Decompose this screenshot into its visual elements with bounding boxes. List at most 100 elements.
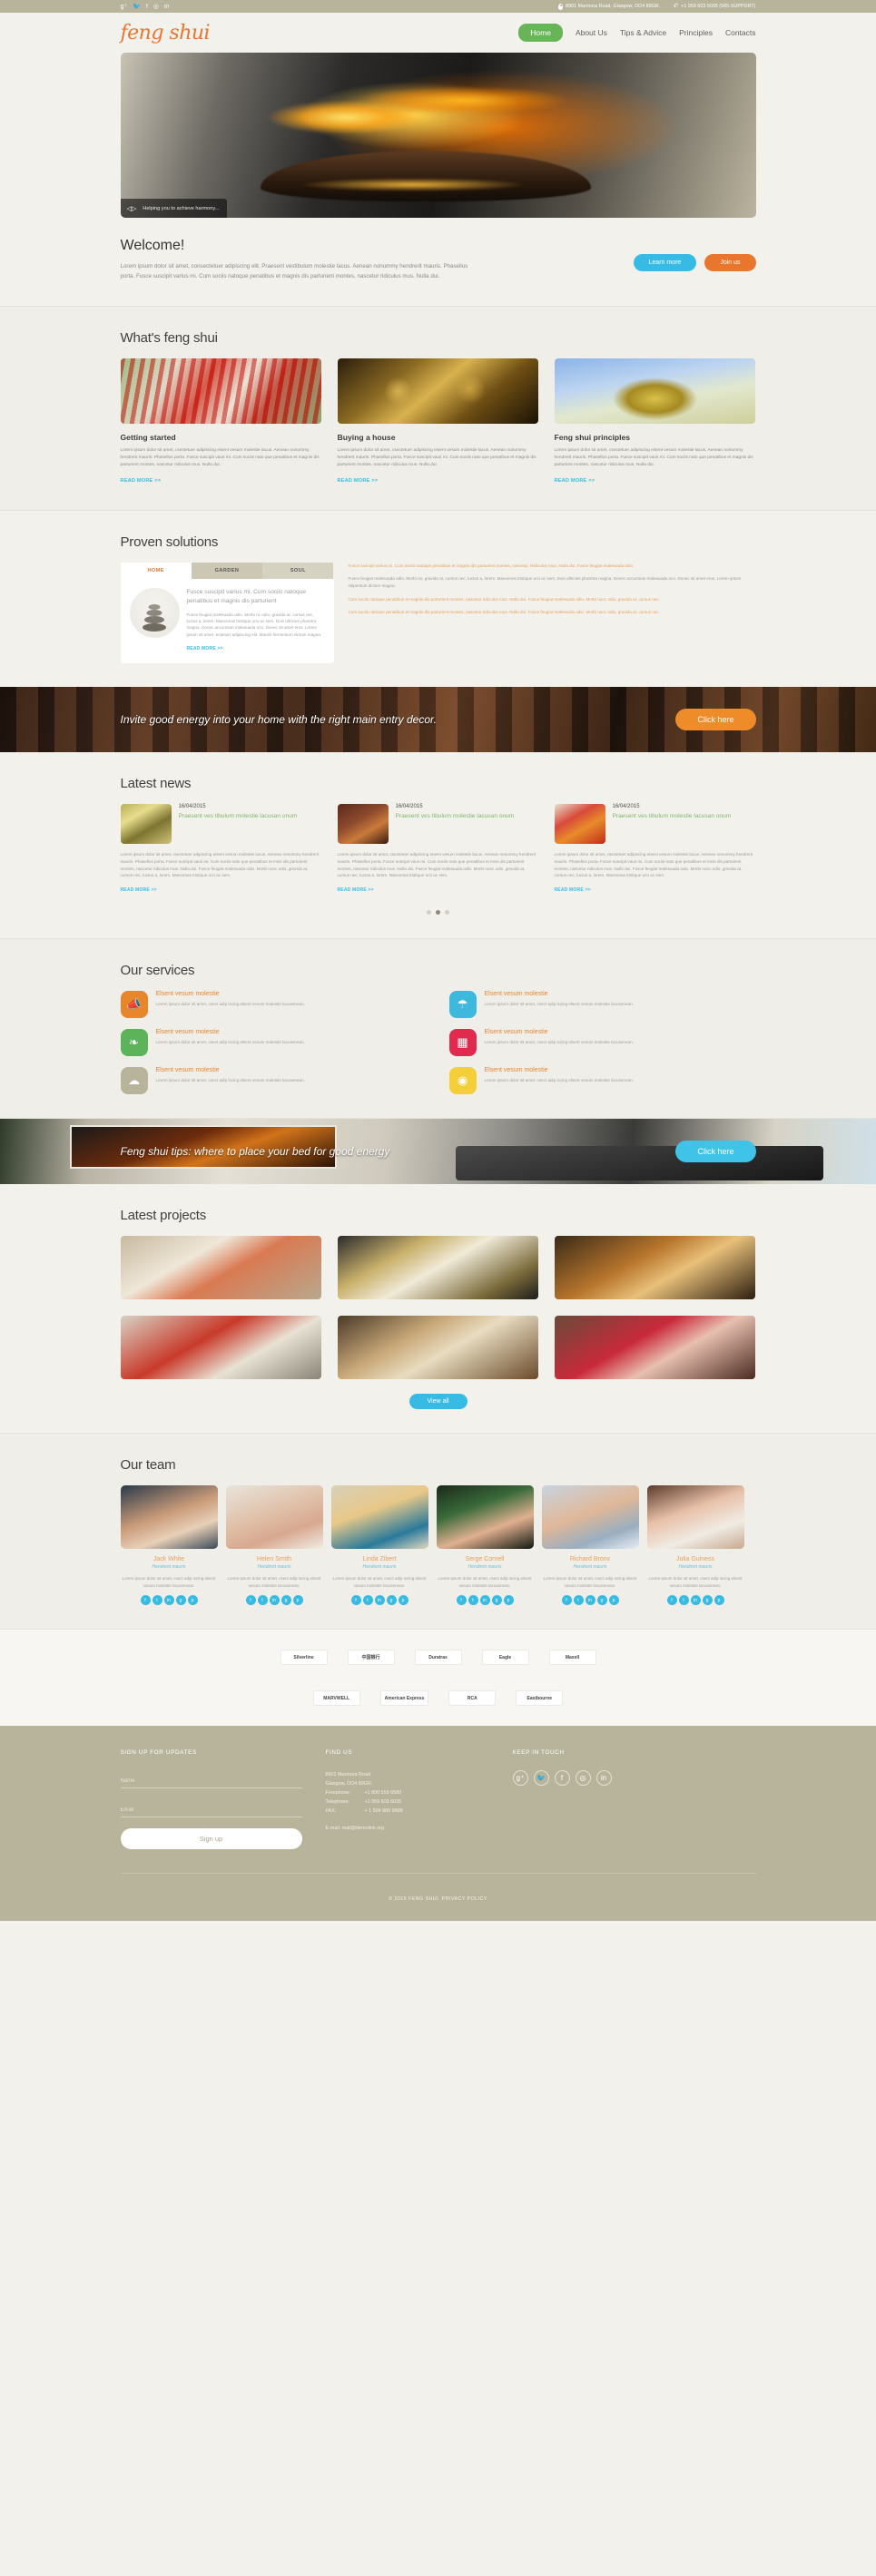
news-thumbnail[interactable] bbox=[337, 804, 389, 845]
tab-garden[interactable]: GARDEN bbox=[191, 562, 263, 579]
feature-card-read-more[interactable]: READ MORE >> bbox=[121, 478, 162, 484]
freephone-value: +1 800 559 6580 bbox=[364, 1790, 402, 1797]
news-pager-dot-3[interactable] bbox=[445, 910, 449, 916]
google-plus-icon[interactable]: g bbox=[281, 1595, 291, 1606]
facebook-icon[interactable]: f bbox=[666, 1595, 677, 1606]
tab-read-more[interactable]: READ MORE >> bbox=[187, 646, 223, 651]
project-thumbnail[interactable] bbox=[337, 1236, 538, 1300]
feature-card-image[interactable] bbox=[554, 358, 755, 424]
partner-logo[interactable]: MARVWELL bbox=[312, 1690, 360, 1707]
facebook-icon[interactable]: f bbox=[146, 4, 148, 10]
google-plus-icon[interactable]: g bbox=[596, 1595, 607, 1606]
linkedin-icon[interactable]: in bbox=[164, 4, 169, 10]
linkedin-icon[interactable]: in bbox=[163, 1595, 174, 1606]
news-read-more[interactable]: READ MORE >> bbox=[338, 887, 374, 893]
footer-email[interactable]: E-mail: mail@demolink.org bbox=[326, 1824, 489, 1833]
team-member-role: Hendrent mauris bbox=[573, 1564, 607, 1571]
news-title[interactable]: Praesent ves tibulum molestie lacusan on… bbox=[179, 812, 298, 821]
feature-card-image[interactable] bbox=[120, 358, 321, 424]
news-thumbnail[interactable] bbox=[554, 804, 605, 845]
google-plus-icon[interactable]: g bbox=[386, 1595, 397, 1606]
twitter-icon[interactable]: t bbox=[257, 1595, 268, 1606]
news-read-more[interactable]: READ MORE >> bbox=[121, 887, 157, 893]
partner-logo[interactable]: Silverline bbox=[280, 1650, 328, 1666]
google-plus-icon[interactable]: g⁺ bbox=[121, 4, 128, 10]
pinterest-icon[interactable]: p bbox=[398, 1595, 408, 1606]
twitter-icon[interactable]: t bbox=[573, 1595, 584, 1606]
nav-item-home[interactable]: Home bbox=[518, 24, 563, 42]
view-all-button[interactable]: View all bbox=[408, 1394, 468, 1410]
partner-logo[interactable]: Eastbourne bbox=[516, 1690, 564, 1707]
name-field[interactable] bbox=[120, 1776, 302, 1789]
pinterest-icon[interactable]: ◎ bbox=[575, 1770, 591, 1787]
news-title[interactable]: Praesent ves tibulum molestie lacusan on… bbox=[613, 812, 732, 821]
feature-card-image[interactable] bbox=[337, 358, 538, 424]
pinterest-icon[interactable]: ◎ bbox=[153, 4, 159, 10]
feature-card-read-more[interactable]: READ MORE >> bbox=[555, 478, 595, 484]
pinterest-icon[interactable]: p bbox=[292, 1595, 303, 1606]
copyright-text[interactable]: © 2015 FENG SHUI. PRIVACY POLICY bbox=[389, 1896, 487, 1902]
telephone-value: +1 959 603 6035 bbox=[364, 1799, 402, 1806]
banner2-cta-button[interactable]: Click here bbox=[675, 1141, 756, 1163]
pinterest-icon[interactable]: p bbox=[714, 1595, 724, 1606]
nav-item-about-us[interactable]: About Us bbox=[576, 26, 607, 39]
linkedin-icon[interactable]: in bbox=[479, 1595, 490, 1606]
tab-soul[interactable]: SOUL bbox=[262, 562, 334, 579]
partner-logo[interactable]: American Express bbox=[379, 1690, 429, 1707]
linkedin-icon[interactable]: in bbox=[690, 1595, 701, 1606]
facebook-icon[interactable]: f bbox=[140, 1595, 151, 1606]
nav-item-contacts[interactable]: Contacts bbox=[725, 26, 756, 39]
site-logo[interactable]: feng shui bbox=[121, 22, 211, 44]
linkedin-icon[interactable]: in bbox=[269, 1595, 280, 1606]
linkedin-icon[interactable]: in bbox=[595, 1770, 612, 1787]
news-pager-dot-1[interactable] bbox=[427, 910, 431, 916]
linkedin-icon[interactable]: in bbox=[374, 1595, 385, 1606]
linkedin-icon[interactable]: in bbox=[585, 1595, 595, 1606]
tab-home[interactable]: HOME bbox=[120, 562, 192, 579]
news-pager-dot-2[interactable] bbox=[436, 910, 440, 916]
news-read-more[interactable]: READ MORE >> bbox=[555, 887, 591, 893]
pinterest-icon[interactable]: p bbox=[503, 1595, 514, 1606]
partner-logo[interactable]: Maxell bbox=[548, 1650, 596, 1666]
pinterest-icon[interactable]: p bbox=[187, 1595, 198, 1606]
feature-card: Buying a house Lorem ipsum dolor sit ame… bbox=[337, 358, 538, 486]
twitter-icon[interactable]: 🐦 bbox=[533, 1770, 549, 1787]
google-plus-icon[interactable]: g bbox=[702, 1595, 713, 1606]
join-us-button[interactable]: Join us bbox=[704, 254, 756, 271]
partner-logo[interactable]: Eagle bbox=[481, 1650, 529, 1666]
pinterest-icon[interactable]: p bbox=[608, 1595, 619, 1606]
facebook-icon[interactable]: f bbox=[561, 1595, 572, 1606]
twitter-icon[interactable]: t bbox=[152, 1595, 162, 1606]
project-thumbnail[interactable] bbox=[337, 1316, 538, 1380]
project-thumbnail[interactable] bbox=[120, 1316, 321, 1380]
twitter-icon[interactable]: 🐦 bbox=[133, 4, 141, 10]
project-thumbnail[interactable] bbox=[120, 1236, 321, 1300]
google-plus-icon[interactable]: g⁺ bbox=[512, 1770, 528, 1787]
facebook-icon[interactable]: f bbox=[554, 1770, 570, 1787]
partner-logo[interactable]: RCA bbox=[448, 1690, 497, 1707]
nav-item-principles[interactable]: Principles bbox=[679, 26, 713, 39]
learn-more-button[interactable]: Learn more bbox=[633, 254, 697, 271]
tab-lead-text: Fusce suscipit varius mi. Cum sociis nat… bbox=[186, 588, 307, 604]
news-title[interactable]: Praesent ves tibulum molestie lacusan on… bbox=[396, 812, 515, 821]
facebook-icon[interactable]: f bbox=[456, 1595, 467, 1606]
twitter-icon[interactable]: t bbox=[362, 1595, 373, 1606]
hero-slider[interactable]: ◁▷ Helping you to achieve harmony... bbox=[120, 53, 756, 218]
partner-logo[interactable]: 中国银行 bbox=[347, 1650, 395, 1666]
news-thumbnail[interactable] bbox=[120, 804, 172, 845]
banner1-cta-button[interactable]: Click here bbox=[675, 709, 756, 731]
twitter-icon[interactable]: t bbox=[678, 1595, 689, 1606]
signup-button[interactable]: Sign up bbox=[120, 1828, 302, 1850]
twitter-icon[interactable]: t bbox=[468, 1595, 478, 1606]
google-plus-icon[interactable]: g bbox=[175, 1595, 186, 1606]
slider-prev-icon[interactable]: ◁▷ bbox=[127, 205, 137, 212]
project-thumbnail[interactable] bbox=[554, 1316, 755, 1380]
partner-logo[interactable]: Duratrax bbox=[414, 1650, 462, 1666]
project-thumbnail[interactable] bbox=[554, 1236, 755, 1300]
facebook-icon[interactable]: f bbox=[245, 1595, 256, 1606]
nav-item-tips-advice[interactable]: Tips & Advice bbox=[620, 26, 666, 39]
google-plus-icon[interactable]: g bbox=[491, 1595, 502, 1606]
email-field[interactable] bbox=[120, 1805, 302, 1818]
facebook-icon[interactable]: f bbox=[350, 1595, 361, 1606]
feature-card-read-more[interactable]: READ MORE >> bbox=[338, 478, 379, 484]
